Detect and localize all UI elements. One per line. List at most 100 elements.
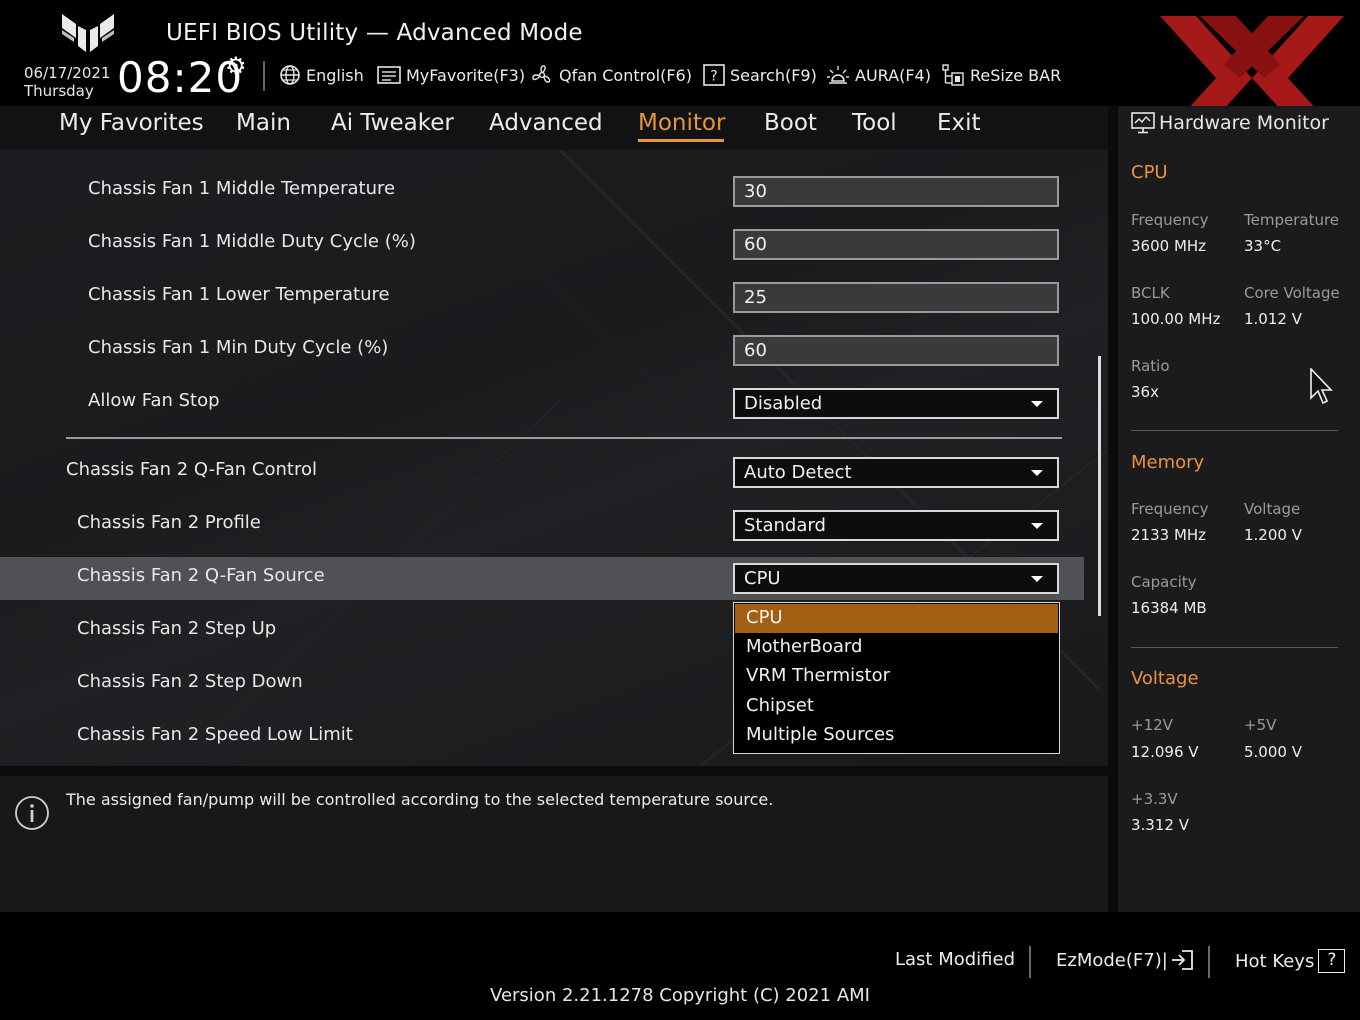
- cpu-bclk-label: BCLK: [1131, 284, 1170, 302]
- cpu-bclk-value: 100.00 MHz: [1131, 310, 1221, 328]
- settings-scrollbar[interactable]: [1098, 356, 1101, 616]
- voltage-3v3-value: 3.312 V: [1131, 816, 1189, 834]
- tab-main[interactable]: Main: [236, 110, 291, 136]
- day-display: Thursday: [24, 82, 94, 100]
- select-value: Standard: [744, 515, 826, 536]
- caret-down-icon: [1031, 576, 1043, 582]
- cpu-frequency-value: 3600 MHz: [1131, 237, 1207, 255]
- fan1-lower-temperature-input[interactable]: 25: [733, 282, 1059, 313]
- fan2-step-up-label[interactable]: Chassis Fan 2 Step Up: [77, 618, 276, 639]
- globe-icon: [280, 65, 300, 85]
- aura-light-icon: [827, 66, 849, 84]
- tab-advanced[interactable]: Advanced: [489, 110, 603, 136]
- resize-bar-button[interactable]: ReSize BAR: [941, 62, 1061, 88]
- setting-label: Chassis Fan 1 Middle Duty Cycle (%): [88, 231, 416, 252]
- caret-down-icon: [1031, 470, 1043, 476]
- app-title: UEFI BIOS Utility — Advanced Mode: [166, 20, 583, 46]
- aura-button[interactable]: AURA(F4): [826, 62, 931, 88]
- setting-label: Allow Fan Stop: [88, 390, 220, 411]
- memory-voltage-label: Voltage: [1244, 500, 1301, 518]
- fan2-qfan-control-select[interactable]: Auto Detect: [733, 457, 1059, 488]
- voltage-3v3-label: +3.3V: [1131, 790, 1178, 808]
- hardware-monitor-title: Hardware Monitor: [1131, 112, 1329, 134]
- cpu-core-voltage-value: 1.012 V: [1244, 310, 1302, 328]
- search-help-icon: ?: [703, 64, 725, 86]
- dropdown-option-vrm-thermistor[interactable]: VRM Thermistor: [735, 662, 1058, 691]
- cpu-temperature-value: 33°C: [1244, 237, 1282, 255]
- cpu-heading: CPU: [1131, 162, 1168, 183]
- tab-boot[interactable]: Boot: [764, 110, 817, 136]
- dropdown-option-motherboard[interactable]: MotherBoard: [735, 633, 1058, 662]
- language-label: English: [306, 65, 364, 85]
- hot-keys-label: Hot Keys: [1235, 950, 1315, 972]
- favorite-list-icon: [377, 66, 401, 84]
- fan2-speed-low-limit-label[interactable]: Chassis Fan 2 Speed Low Limit: [77, 724, 353, 745]
- hw-divider: [1131, 430, 1338, 431]
- qfan-control-label: Qfan Control(F6): [559, 65, 692, 85]
- voltage-5v-value: 5.000 V: [1244, 743, 1302, 761]
- fan1-middle-duty-cycle-input[interactable]: 60: [733, 229, 1059, 260]
- memory-heading: Memory: [1131, 452, 1205, 473]
- cpu-ratio-value: 36x: [1131, 383, 1159, 401]
- memory-voltage-value: 1.200 V: [1244, 526, 1302, 544]
- section-divider: [66, 437, 1062, 439]
- tab-ai-tweaker[interactable]: Ai Tweaker: [331, 110, 454, 136]
- tab-exit[interactable]: Exit: [937, 110, 981, 136]
- fan2-profile-select[interactable]: Standard: [733, 510, 1059, 541]
- tab-tool[interactable]: Tool: [852, 110, 897, 136]
- fan2-step-down-label[interactable]: Chassis Fan 2 Step Down: [77, 671, 303, 692]
- hw-divider: [1131, 647, 1338, 648]
- dropdown-option-chipset[interactable]: Chipset: [735, 692, 1058, 721]
- header-divider: [263, 61, 265, 91]
- cpu-ratio-label: Ratio: [1131, 357, 1170, 375]
- footer-divider: [1208, 946, 1210, 978]
- hardware-monitor-title-text: Hardware Monitor: [1159, 112, 1329, 134]
- hot-keys-button[interactable]: Hot Keys ?: [1235, 949, 1346, 973]
- version-text: Version 2.21.1278 Copyright (C) 2021 AMI: [490, 985, 870, 1006]
- memory-capacity-label: Capacity: [1131, 573, 1197, 591]
- language-button[interactable]: English: [279, 62, 364, 88]
- tab-my-favorites[interactable]: My Favorites: [59, 110, 204, 136]
- memory-frequency-value: 2133 MHz: [1131, 526, 1207, 544]
- dropdown-option-cpu[interactable]: CPU: [735, 604, 1058, 633]
- last-modified-button[interactable]: Last Modified: [895, 949, 1015, 970]
- select-value: Auto Detect: [744, 462, 852, 483]
- footer-divider: [1029, 946, 1031, 978]
- voltage-12v-value: 12.096 V: [1131, 743, 1199, 761]
- voltage-heading: Voltage: [1131, 668, 1199, 689]
- clock-settings-gear-icon[interactable]: ⚙: [225, 54, 247, 78]
- setting-label: Chassis Fan 1 Lower Temperature: [88, 284, 390, 305]
- fan2-qfan-source-select[interactable]: CPU: [733, 563, 1059, 594]
- ezmode-button[interactable]: EzMode(F7)|: [1056, 949, 1196, 971]
- mouse-cursor-icon: [1310, 368, 1333, 405]
- voltage-12v-label: +12V: [1131, 716, 1173, 734]
- resize-bar-label: ReSize BAR: [970, 65, 1062, 85]
- memory-capacity-value: 16384 MB: [1131, 599, 1207, 617]
- fan1-middle-temperature-input[interactable]: 30: [733, 176, 1059, 207]
- active-tab-underline: [638, 139, 724, 142]
- search-label: Search(F9): [730, 65, 817, 85]
- ezmode-label: EzMode(F7)|: [1056, 949, 1168, 971]
- info-icon: [15, 796, 49, 830]
- tab-monitor[interactable]: Monitor: [638, 110, 725, 136]
- caret-down-icon: [1031, 523, 1043, 529]
- qfan-control-button[interactable]: Qfan Control(F6): [530, 62, 692, 88]
- myfavorite-label: MyFavorite(F3): [406, 65, 526, 85]
- setting-label: Chassis Fan 2 Q-Fan Source: [77, 565, 325, 586]
- memory-frequency-label: Frequency: [1131, 500, 1209, 518]
- dropdown-option-multiple-sources[interactable]: Multiple Sources: [735, 721, 1058, 750]
- resize-bar-icon: [942, 64, 964, 86]
- voltage-5v-label: +5V: [1244, 716, 1277, 734]
- myfavorite-button[interactable]: MyFavorite(F3): [377, 62, 525, 88]
- help-question-icon: ?: [1318, 949, 1346, 973]
- setting-label: Chassis Fan 2 Profile: [77, 512, 261, 533]
- fan1-min-duty-cycle-input[interactable]: 60: [733, 335, 1059, 366]
- help-description: The assigned fan/pump will be controlled…: [66, 790, 774, 809]
- setting-label: Chassis Fan 2 Q-Fan Control: [66, 459, 317, 480]
- aura-label: AURA(F4): [855, 65, 931, 85]
- cpu-core-voltage-label: Core Voltage: [1244, 284, 1340, 302]
- cpu-temperature-label: Temperature: [1244, 211, 1340, 229]
- setting-label: Chassis Fan 1 Min Duty Cycle (%): [88, 337, 389, 358]
- allow-fan-stop-select[interactable]: Disabled: [733, 388, 1059, 419]
- search-button[interactable]: ? Search(F9): [703, 62, 817, 88]
